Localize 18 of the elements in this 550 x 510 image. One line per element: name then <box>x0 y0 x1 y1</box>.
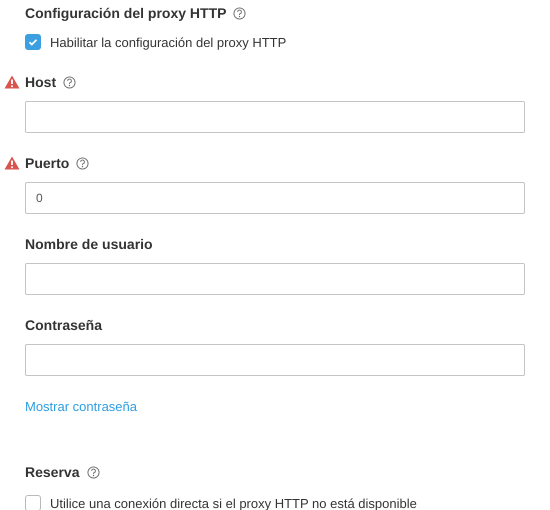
field-label: Contraseña <box>25 317 102 333</box>
checkbox-label: Habilitar la configuración del proxy HTTP <box>50 34 286 50</box>
input-field[interactable]: 0 <box>25 182 525 214</box>
help-icon[interactable] <box>233 6 246 20</box>
checkbox[interactable] <box>25 495 41 510</box>
input-field[interactable] <box>25 263 525 295</box>
field-label: Nombre de usuario <box>25 236 153 252</box>
input-field[interactable] <box>25 101 525 133</box>
help-icon[interactable] <box>76 156 90 170</box>
checkbox[interactable] <box>25 34 41 50</box>
field-label: Puerto <box>25 155 70 171</box>
field-label: Host <box>25 74 56 90</box>
help-icon[interactable] <box>63 76 76 88</box>
help-icon[interactable] <box>86 466 100 478</box>
field-label: Reserva <box>25 464 80 480</box>
field-label: Configuración del proxy HTTP <box>25 5 226 21</box>
checkbox-label: Utilice una conexión directa si el proxy HTTP no está disponible <box>50 496 417 510</box>
input-field[interactable] <box>25 344 525 376</box>
